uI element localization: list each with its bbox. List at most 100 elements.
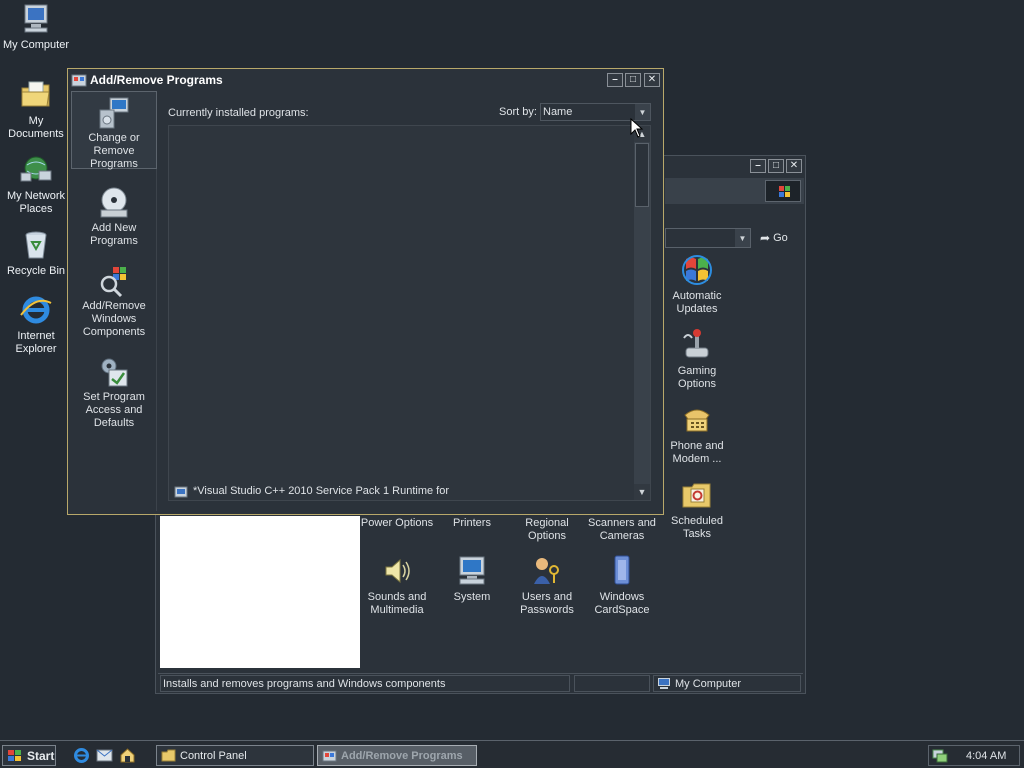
outlook-express-icon[interactable] (96, 747, 113, 764)
sidebar-item-windows-components[interactable]: Add/Remove Windows Components (71, 264, 157, 339)
computer-icon (658, 678, 670, 689)
ie-icon[interactable] (73, 747, 90, 764)
cp-item-sounds-multimedia[interactable]: Sounds and Multimedia (359, 554, 435, 617)
network-icon (20, 156, 52, 182)
program-icon (174, 486, 188, 497)
list-item[interactable]: *Visual Studio C++ 2010 Service Pack 1 R… (174, 483, 629, 499)
automatic-updates-icon (682, 255, 712, 285)
status-text: Installs and removes programs and Window… (160, 675, 570, 692)
cp-item-label: Phone and Modem ... (670, 440, 724, 465)
cp-item-label: Sounds and Multimedia (367, 591, 427, 616)
minimize-button[interactable]: – (607, 72, 623, 87)
cp-item-windows-cardspace[interactable]: Windows CardSpace (584, 554, 660, 617)
program-defaults-icon (101, 358, 128, 387)
list-scrollbar[interactable]: ▲ ▼ (634, 126, 650, 500)
taskbar-item-add-remove-programs[interactable]: Add/Remove Programs (317, 745, 477, 766)
windows-logo-icon (8, 749, 21, 761)
close-button[interactable]: ✕ (644, 72, 660, 87)
sidebar-item-add-new[interactable]: Add New Programs (71, 186, 157, 248)
close-button[interactable]: ✕ (786, 159, 802, 173)
cp-item-label: Automatic Updates (672, 290, 722, 315)
maximize-button[interactable]: □ (768, 159, 784, 173)
cp-item-regional-options[interactable]: Regional Options (509, 517, 585, 543)
cp-item-label: Power Options (360, 517, 434, 529)
status-bar: Installs and removes programs and Window… (158, 673, 803, 692)
sidebar-item-change-remove[interactable]: Change or Remove Programs (71, 91, 157, 170)
desktop-icon-recycle-bin[interactable]: Recycle Bin (0, 228, 72, 278)
go-button[interactable]: ➦ Go (760, 229, 800, 247)
cp-item-label: System (453, 591, 491, 603)
task-label: Control Panel (180, 749, 247, 762)
maximize-button[interactable]: □ (625, 72, 641, 87)
desktop-icon-my-documents[interactable]: My Documents (0, 78, 72, 141)
scroll-thumb[interactable] (635, 143, 649, 207)
installed-programs-list[interactable]: ▲ ▼ *Visual Studio C++ 2010 Service Pack… (168, 125, 651, 501)
cp-item-scanners-cameras[interactable]: Scanners and Cameras (584, 517, 660, 543)
tray-monitor-icon[interactable] (932, 749, 948, 763)
arp-title: Add/Remove Programs (90, 72, 223, 87)
system-tray: 4:04 AM (928, 745, 1020, 766)
desktop-icon-label: My Documents (8, 115, 64, 140)
desktop-icon-label: My Computer (2, 39, 70, 51)
desktop-icon-internet-explorer[interactable]: Internet Explorer (0, 293, 72, 356)
cp-item-system[interactable]: System (434, 554, 510, 604)
desktop-icon-label: Recycle Bin (6, 265, 66, 277)
desktop-icon-my-network-places[interactable]: My Network Places (0, 153, 72, 216)
windows-components-icon (100, 267, 126, 298)
cp-item-label: Scheduled Tasks (671, 515, 723, 540)
change-remove-programs-icon (99, 97, 129, 129)
cp-item-printers[interactable]: Printers (434, 517, 510, 530)
scheduled-tasks-icon (682, 483, 711, 508)
desktop-icon-my-computer[interactable]: My Computer (0, 2, 72, 52)
add-remove-programs-icon (71, 74, 87, 86)
address-bar[interactable]: ▼ (665, 228, 751, 248)
program-name: *Visual Studio C++ 2010 Service Pack 1 R… (193, 485, 449, 497)
cp-item-label: Printers (453, 517, 491, 529)
cp-item-power-options[interactable]: Power Options (359, 517, 435, 530)
speaker-icon (385, 558, 410, 584)
clock[interactable]: 4:04 AM (966, 750, 1006, 762)
cd-install-icon (100, 187, 128, 218)
cp-item-label: Users and Passwords (520, 591, 574, 616)
cp-item-label: Gaming Options (677, 365, 717, 390)
address-dropdown-button[interactable]: ▼ (735, 229, 750, 247)
scroll-down-button[interactable]: ▼ (634, 484, 650, 500)
arp-main-pane: Currently installed programs: Sort by: N… (158, 91, 661, 511)
sidebar-item-program-access[interactable]: Set Program Access and Defaults (71, 355, 157, 430)
desktop-icon-label: My Network Places (6, 190, 66, 215)
sort-by-value: Name (543, 106, 573, 118)
quick-launch-toolbar (70, 745, 144, 766)
cp-item-users-passwords[interactable]: Users and Passwords (509, 554, 585, 617)
cp-item-automatic-updates[interactable]: Automatic Updates (659, 253, 735, 316)
add-remove-programs-window[interactable]: Add/Remove Programs – □ ✕ Change or Remo… (67, 68, 664, 515)
system-icon (459, 556, 485, 585)
windows-logo-icon (765, 180, 801, 202)
cp-item-scheduled-tasks[interactable]: Scheduled Tasks (659, 478, 735, 541)
sidebar-item-label: Set Program Access and Defaults (83, 391, 145, 429)
control-panel-left-pane (160, 516, 360, 668)
installed-programs-label: Currently installed programs: (168, 107, 309, 119)
sidebar-item-label: Add/Remove Windows Components (82, 300, 146, 338)
mouse-cursor-icon (630, 118, 644, 138)
status-middle-pane (574, 675, 650, 692)
status-zone: My Computer (653, 675, 801, 692)
arp-titlebar[interactable]: Add/Remove Programs – □ ✕ (68, 69, 663, 90)
phone-modem-icon (684, 409, 710, 432)
sidebar-item-label: Change or Remove Programs (88, 132, 140, 170)
cp-item-phone-modem[interactable]: Phone and Modem ... (659, 403, 735, 466)
control-panel-toolbar (665, 178, 804, 204)
cp-item-label: Windows CardSpace (594, 591, 650, 616)
go-label: Go (773, 232, 788, 244)
go-arrow-icon: ➦ (760, 231, 771, 245)
show-desktop-icon[interactable] (119, 747, 136, 764)
status-zone-label: My Computer (675, 677, 742, 690)
cp-item-gaming-options[interactable]: Gaming Options (659, 328, 735, 391)
start-button[interactable]: Start (2, 745, 56, 766)
users-passwords-icon (534, 558, 559, 584)
control-panel-icon (161, 749, 176, 762)
cp-item-label: Regional Options (525, 517, 569, 542)
add-remove-programs-icon (322, 750, 337, 762)
taskbar-item-control-panel[interactable]: Control Panel (156, 745, 314, 766)
minimize-button[interactable]: – (750, 159, 766, 173)
sidebar-item-label: Add New Programs (90, 222, 138, 247)
